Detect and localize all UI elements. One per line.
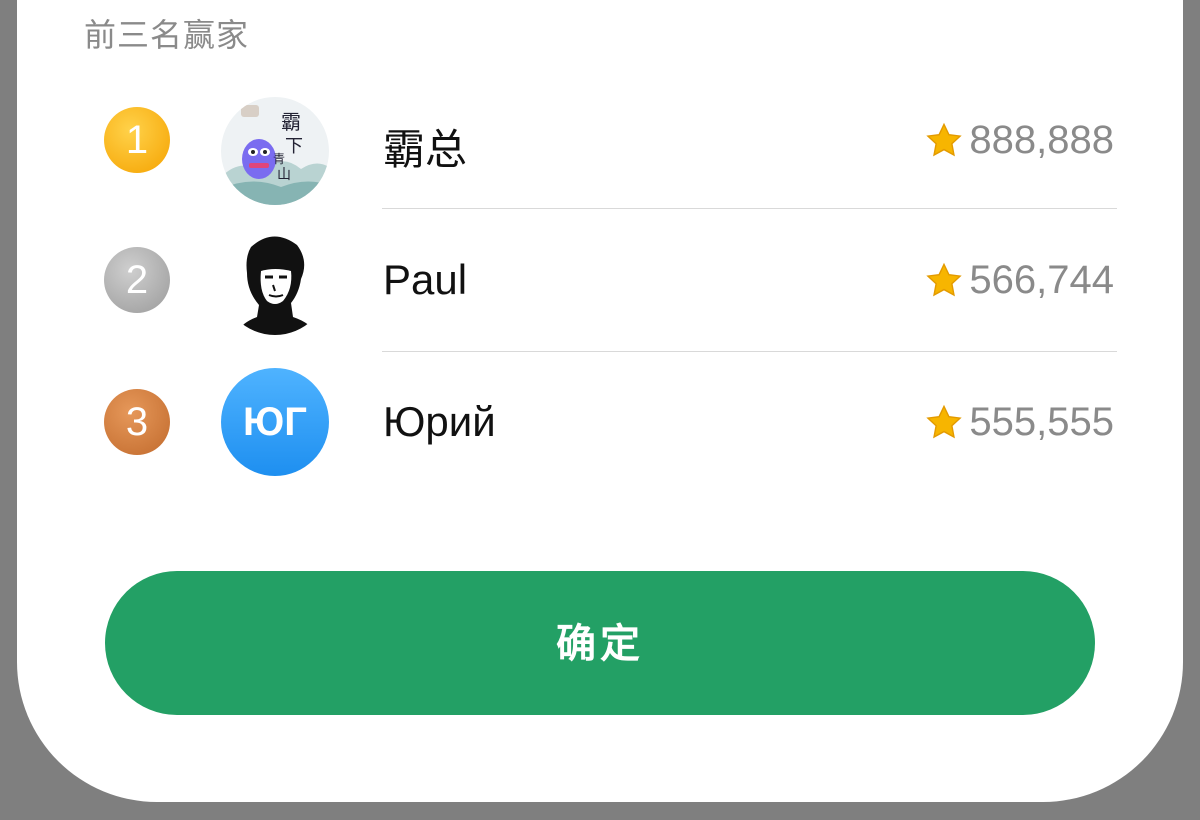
avatar-initials: ЮГ — [221, 368, 329, 476]
score-value: 888,888 — [969, 118, 1114, 162]
divider — [382, 208, 1117, 209]
player-name: 霸总 — [383, 126, 468, 173]
svg-text:青: 青 — [273, 152, 285, 166]
star-icon — [926, 404, 963, 438]
score: 888,888 — [923, 118, 1114, 163]
winner-row-2: 2 Paul 566,744 — [0, 210, 1200, 352]
score-value: 566,744 — [969, 258, 1114, 302]
star-icon — [926, 122, 963, 156]
star-icon — [926, 262, 963, 296]
rank-badge-gold: 1 — [104, 107, 170, 173]
rank-badge-silver: 2 — [104, 247, 170, 313]
winner-row-3: 3 ЮГ Юрий 555,555 — [0, 352, 1200, 494]
score: 555,555 — [923, 400, 1114, 445]
score-value: 555,555 — [969, 400, 1114, 444]
svg-text:霸: 霸 — [281, 110, 301, 134]
rank-badge-bronze: 3 — [104, 389, 170, 455]
svg-text:山: 山 — [277, 167, 291, 183]
winner-row-1: 1 霸 下 青 山 霸总 888,888 — [0, 70, 1200, 212]
section-title: 前三名赢家 — [84, 16, 250, 54]
player-name: Paul — [383, 256, 468, 303]
avatar-frog-calligraphy: 霸 下 青 山 — [221, 97, 329, 205]
avatar-silhouette-portrait — [221, 227, 329, 335]
score: 566,744 — [923, 258, 1114, 303]
confirm-button[interactable]: 确定 — [105, 571, 1095, 715]
player-name: Юрий — [383, 398, 496, 445]
svg-text:下: 下 — [285, 136, 303, 157]
